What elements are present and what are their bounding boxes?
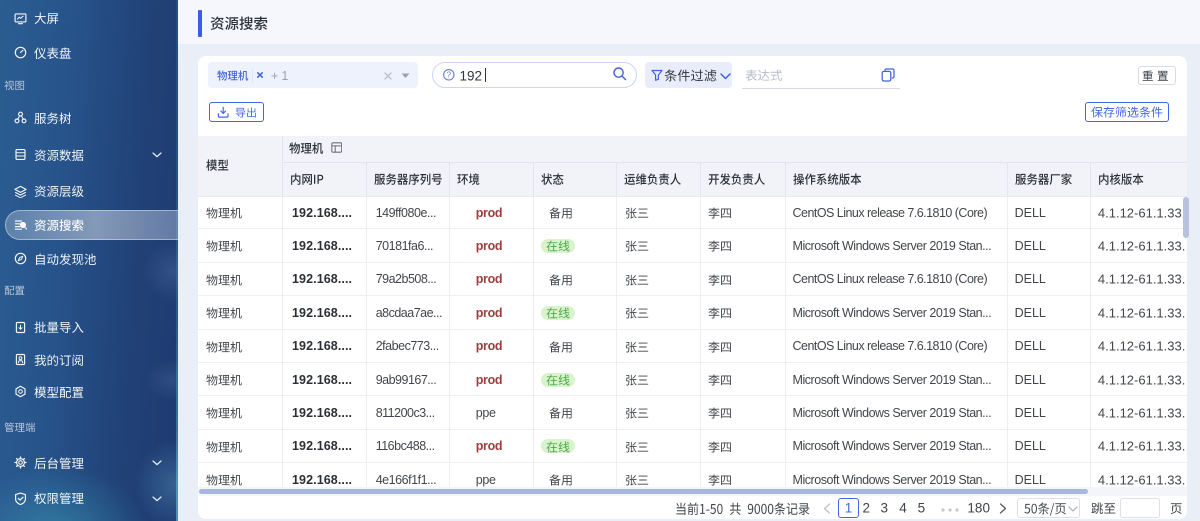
svg-text:?: ? [447, 71, 452, 80]
